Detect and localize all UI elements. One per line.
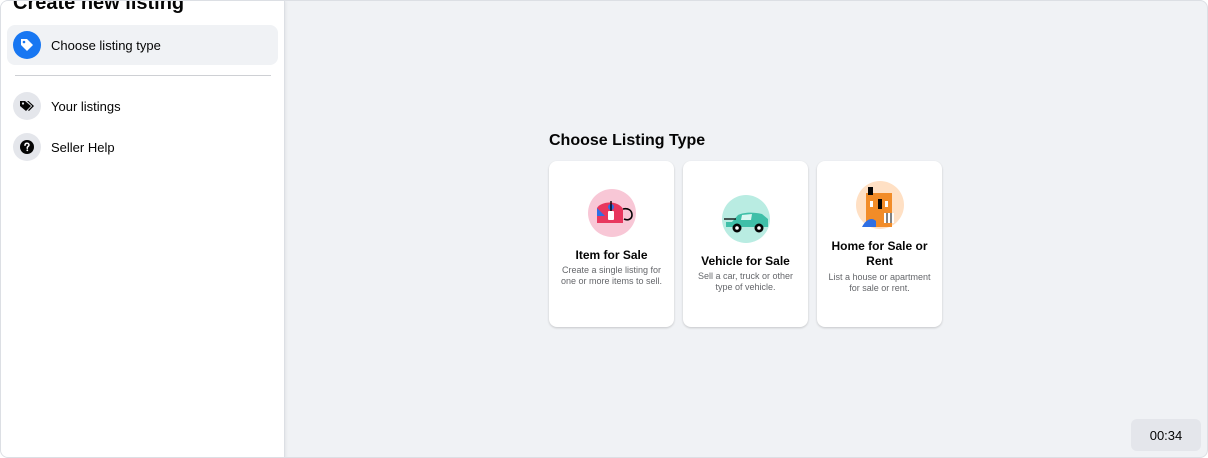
- vehicle-icon: [721, 195, 770, 243]
- sidebar: Create new listing Choose listing type Y…: [1, 0, 285, 457]
- card-description: Sell a car, truck or other type of vehic…: [697, 271, 794, 292]
- card-title: Vehicle for Sale: [701, 254, 790, 268]
- card-title: Home for Sale or Rent: [831, 239, 928, 268]
- recording-timer: 00:34: [1131, 419, 1201, 451]
- sidebar-item-your-listings[interactable]: Your listings: [7, 86, 278, 126]
- card-title: Item for Sale: [575, 248, 648, 262]
- app-window: Create new listing Choose listing type Y…: [0, 0, 1208, 458]
- item-for-sale-card[interactable]: Item for Sale Create a single listing fo…: [549, 161, 674, 327]
- tags-icon: [13, 92, 41, 120]
- house-icon: [855, 181, 904, 229]
- sidebar-item-choose-listing-type[interactable]: Choose listing type: [7, 25, 278, 65]
- sidebar-title: Create new listing: [13, 0, 185, 14]
- item-for-sale-icon: [587, 189, 636, 237]
- home-for-sale-or-rent-card[interactable]: Home for Sale or Rent List a house or ap…: [817, 161, 942, 327]
- card-description: List a house or apartment for sale or re…: [828, 272, 931, 293]
- card-description: Create a single listing for one or more …: [560, 265, 663, 286]
- sidebar-item-label: Choose listing type: [51, 37, 161, 53]
- question-icon: [13, 133, 41, 161]
- sidebar-item-seller-help[interactable]: Seller Help: [7, 127, 278, 167]
- vehicle-for-sale-card[interactable]: Vehicle for Sale Sell a car, truck or ot…: [683, 161, 808, 327]
- sidebar-item-label: Your listings: [51, 98, 121, 114]
- sidebar-item-label: Seller Help: [51, 139, 115, 155]
- tag-icon: [13, 31, 41, 59]
- page-title: Choose Listing Type: [549, 132, 706, 149]
- sidebar-divider: [15, 75, 271, 76]
